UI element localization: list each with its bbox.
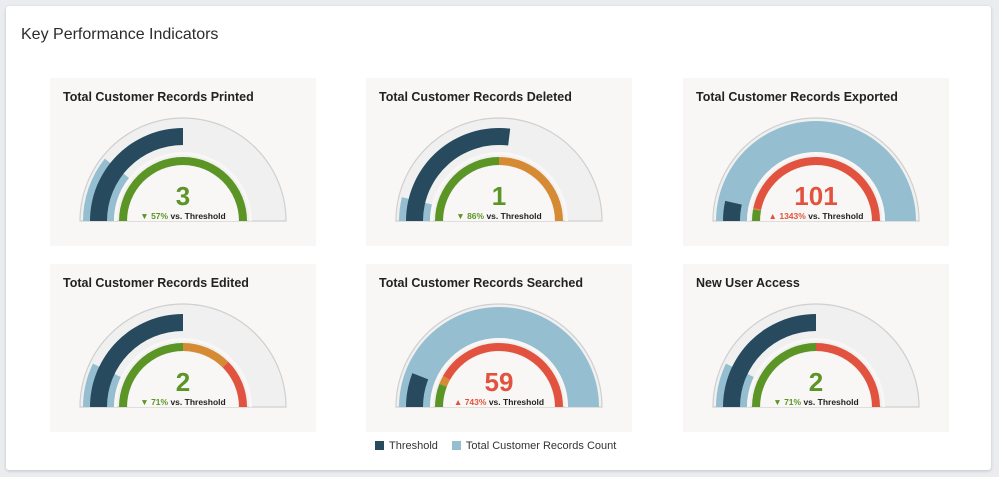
vs-label: vs. Threshold xyxy=(808,211,864,221)
kpi-card[interactable]: Total Customer Records Searched 59 ▲ 743… xyxy=(366,264,632,432)
kpi-card[interactable]: Total Customer Records Edited 2 ▼ 71% vs… xyxy=(50,264,316,432)
percent-change: 71% xyxy=(151,397,169,407)
kpi-card[interactable]: Total Customer Records Printed 3 ▼ 57% v… xyxy=(50,78,316,246)
kpi-card[interactable]: Total Customer Records Exported 101 ▲ 13… xyxy=(683,78,949,246)
kpi-value: 3 xyxy=(175,181,191,211)
threshold-comparison: ▼ 71% vs. Threshold xyxy=(683,397,949,407)
kpi-value: 2 xyxy=(175,367,191,397)
arrow-down-icon: ▼ xyxy=(456,211,465,221)
threshold-comparison: ▼ 71% vs. Threshold xyxy=(50,397,316,407)
percent-change: 57% xyxy=(151,211,169,221)
kpi-value: 59 xyxy=(484,367,514,397)
arrow-down-icon: ▼ xyxy=(140,211,149,221)
kpi-card[interactable]: New User Access 2 ▼ 71% vs. Threshold xyxy=(683,264,949,432)
vs-label: vs. Threshold xyxy=(486,211,542,221)
arrow-down-icon: ▼ xyxy=(773,397,782,407)
card-title: Total Customer Records Searched xyxy=(379,276,583,290)
card-title: New User Access xyxy=(696,276,800,290)
arrow-up-icon: ▲ xyxy=(768,211,777,221)
kpi-value: 101 xyxy=(794,181,838,211)
legend-swatch-threshold xyxy=(375,441,384,450)
legend-label: Total Customer Records Count xyxy=(465,440,617,452)
threshold-comparison: ▼ 57% vs. Threshold xyxy=(50,211,316,221)
vs-label: vs. Threshold xyxy=(488,397,545,407)
legend-label: Threshold xyxy=(389,440,438,452)
card-title: Total Customer Records Printed xyxy=(63,90,254,104)
legend: Threshold Total Customer Records Count xyxy=(375,440,616,452)
card-title: Total Customer Records Exported xyxy=(696,90,898,104)
vs-label: vs. Threshold xyxy=(803,397,859,407)
legend-swatch-count xyxy=(451,441,461,450)
kpi-card[interactable]: Total Customer Records Deleted 1 ▼ 86% v… xyxy=(366,78,632,246)
percent-change: 86% xyxy=(467,211,485,221)
vs-label: vs. Threshold xyxy=(170,397,226,407)
arrow-down-icon: ▼ xyxy=(140,397,149,407)
card-title: Total Customer Records Edited xyxy=(63,276,249,290)
kpi-value: 1 xyxy=(491,181,507,211)
percent-change: 1343% xyxy=(779,211,806,221)
percent-change: 743% xyxy=(464,397,487,407)
percent-change: 71% xyxy=(784,397,802,407)
legend-threshold[interactable]: Threshold xyxy=(375,440,438,452)
vs-label: vs. Threshold xyxy=(170,211,226,221)
legend-count[interactable]: Total Customer Records Count xyxy=(451,440,617,452)
threshold-comparison: ▲ 743% vs. Threshold xyxy=(366,397,632,407)
panel-title: Key Performance Indicators xyxy=(21,26,219,43)
arrow-up-icon: ▲ xyxy=(453,397,463,407)
threshold-comparison: ▼ 86% vs. Threshold xyxy=(366,211,632,221)
card-title: Total Customer Records Deleted xyxy=(379,90,572,104)
threshold-comparison: ▲ 1343% vs. Threshold xyxy=(683,211,949,221)
kpi-value: 2 xyxy=(808,367,824,397)
